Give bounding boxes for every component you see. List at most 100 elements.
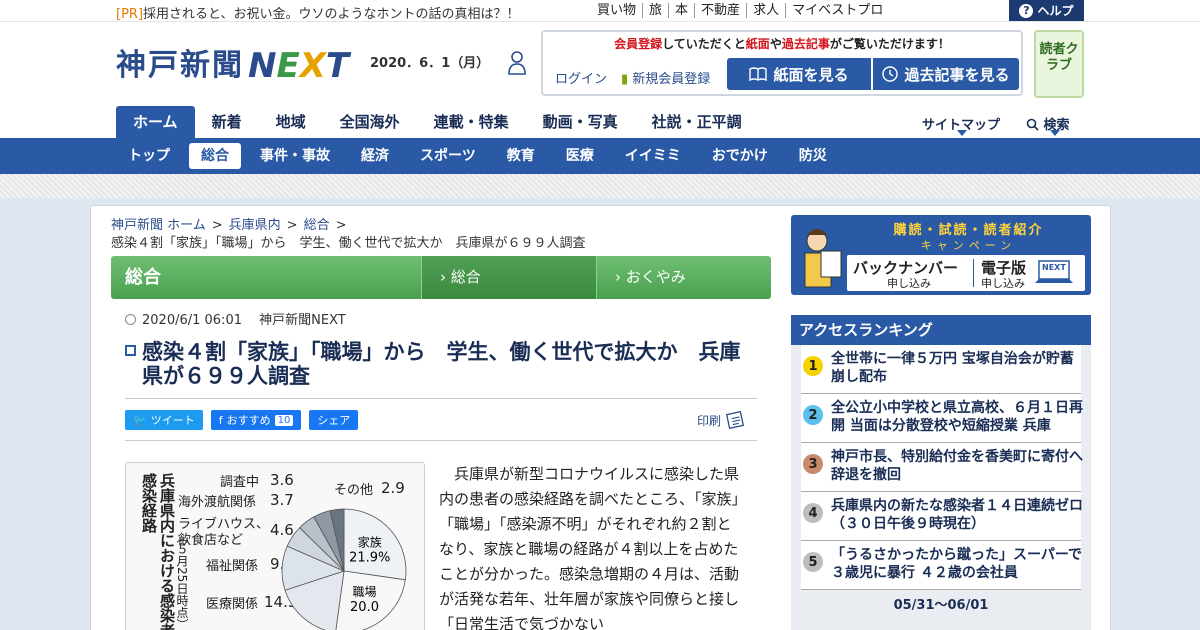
- label-other: その他: [334, 483, 374, 498]
- twitter-icon: 🐦: [133, 413, 147, 427]
- subnav-outing[interactable]: おでかけ: [700, 143, 780, 169]
- nav-video[interactable]: 動画・写真: [526, 106, 635, 138]
- util-link-realestate[interactable]: 不動産: [694, 3, 746, 18]
- square-bullet-icon: [125, 345, 136, 356]
- divider: [125, 398, 757, 399]
- subnav-sports[interactable]: スポーツ: [408, 143, 488, 169]
- breadcrumb-hyogo[interactable]: 兵庫県内: [229, 218, 281, 233]
- ranking-title: アクセスランキング: [791, 315, 1091, 345]
- digital-sub: 申し込み: [981, 277, 1025, 290]
- breadcrumb-home[interactable]: 神戸新聞 ホーム: [111, 218, 206, 233]
- subnav-education[interactable]: 教育: [495, 143, 547, 169]
- article-datetime: 2020/6/1 06:01: [142, 313, 242, 328]
- subnav-general[interactable]: 総合: [189, 143, 241, 169]
- backnumber-sub: 申し込み: [887, 277, 931, 290]
- site-header: 神戸新聞 NEXT 2020．6．1（月） 会員登録していただくと紙面や過去記事…: [0, 22, 1200, 138]
- login-link[interactable]: ログイン: [555, 68, 607, 87]
- clock-icon: [125, 314, 136, 325]
- ranking-item[interactable]: 4 兵庫県内の新たな感染者１４日連続ゼロ（３０日午後９時現在）: [801, 492, 1083, 541]
- share-button[interactable]: シェア: [309, 410, 359, 430]
- reader-club-button[interactable]: 読者クラブ: [1034, 30, 1084, 98]
- fb-count: 10: [274, 414, 294, 426]
- infographic-figure[interactable]: 兵庫県内における感染者の感染経路 （５月25日時点） 調査中 3.6 海外渡航関…: [125, 462, 425, 630]
- tweet-button[interactable]: 🐦 ツイート: [125, 410, 203, 430]
- category-bar: 総合 › 総合 › おくやみ: [111, 256, 771, 299]
- site-logo[interactable]: 神戸新聞 NEXT: [116, 40, 349, 84]
- util-link-mybestpro[interactable]: マイベストプロ: [785, 3, 889, 18]
- logo-jp: 神戸新聞: [116, 48, 244, 83]
- util-link-jobs[interactable]: 求人: [746, 3, 785, 18]
- pr-link[interactable]: [PR]採用されると、お祝い金。ウソのようなホントの話の真相は？！: [116, 3, 520, 22]
- campaign-banner[interactable]: 購読・試読・読者紹介 キャンペーン バックナンバー 申し込み 電子版 申し込み …: [791, 215, 1091, 295]
- subnav-top[interactable]: トップ: [116, 143, 182, 169]
- next-tag: NEXT: [1042, 263, 1066, 272]
- help-button[interactable]: ? ヘルプ: [1009, 0, 1084, 21]
- subnav-incidents[interactable]: 事件・事故: [248, 143, 342, 169]
- util-link-shopping[interactable]: 買い物: [597, 3, 642, 18]
- nav-home[interactable]: ホーム: [116, 106, 195, 138]
- nav-region[interactable]: 地域: [259, 106, 323, 138]
- nav-latest[interactable]: 新着: [195, 106, 259, 138]
- pr-tag: [PR]: [116, 7, 144, 22]
- nav-series[interactable]: 連載・特集: [417, 106, 526, 138]
- ranking-date-range: 05/31～06/01: [801, 594, 1081, 618]
- subnav-economy[interactable]: 経済: [349, 143, 401, 169]
- question-icon: ?: [1019, 3, 1034, 18]
- help-label: ヘルプ: [1037, 4, 1074, 18]
- pie-slice-label: 家族: [358, 535, 382, 550]
- past-articles-label: 過去記事を見る: [904, 65, 1010, 84]
- divider-band: [0, 174, 1200, 198]
- ranking-item[interactable]: 5 「うるさかったから蹴った」スーパーで３歳児に暴行 ４２歳の会社員: [801, 541, 1083, 590]
- breadcrumb: 神戸新聞 ホーム > 兵庫県内 > 総合 >: [111, 214, 353, 233]
- subnav-medical[interactable]: 医療: [554, 143, 606, 169]
- logo-letter-n: N: [248, 46, 277, 86]
- pie-slice-value: 20.0: [350, 600, 379, 615]
- member-message: 会員登録していただくと紙面や過去記事がご覧いただけます！: [543, 35, 1021, 52]
- member-box: 会員登録していただくと紙面や過去記事がご覧いただけます！ ログイン ▮ 新規会員…: [541, 30, 1023, 96]
- view-paper-button[interactable]: 紙面を見る: [727, 58, 871, 90]
- facebook-recommend-button[interactable]: f おすすめ 10: [210, 410, 302, 430]
- category-tab-general[interactable]: › 総合: [422, 256, 597, 299]
- signup-link[interactable]: ▮ 新規会員登録: [621, 68, 710, 87]
- ranking-item[interactable]: 2 全公立小中学校と県立高校、６月１日再開 当面は分散登校や短縮授業 兵庫: [801, 394, 1083, 443]
- open-book-icon: [749, 67, 768, 81]
- article-source: 神戸新聞NEXT: [259, 313, 346, 328]
- member-msg-part: していただくと: [662, 37, 746, 51]
- book-icon: ▮: [621, 72, 629, 87]
- category-tab-obituary[interactable]: › おくやみ: [597, 256, 771, 299]
- reader-illustration-icon: [804, 229, 842, 288]
- rank-text: 「うるさかったから蹴った」スーパーで３歳児に暴行 ４２歳の会社員: [831, 547, 1083, 581]
- nav-national[interactable]: 全国海外: [323, 106, 417, 138]
- breadcrumb-sep: >: [211, 218, 223, 233]
- logo-letter-t: T: [325, 46, 350, 86]
- article-meta: 2020/6/1 06:01 神戸新聞NEXT: [125, 309, 346, 328]
- logo-letter-e: E: [276, 46, 300, 86]
- breadcrumb-general[interactable]: 総合: [304, 218, 330, 233]
- ranking-item[interactable]: 3 神戸市長、特別給付金を香美町に寄付へ 辞退を撤回: [801, 443, 1083, 492]
- label-overseas: 海外渡航関係: [178, 495, 257, 510]
- subnav-disaster[interactable]: 防災: [787, 143, 839, 169]
- util-link-books[interactable]: 本: [668, 3, 694, 18]
- print-button[interactable]: 印刷: [697, 411, 746, 429]
- label-welfare: 福祉関係: [206, 559, 259, 574]
- pie-slice-label: 職場: [353, 585, 377, 599]
- user-icon[interactable]: [507, 50, 527, 76]
- search-button[interactable]: 検索: [1026, 114, 1070, 133]
- pie-slice-value: 21.9%: [349, 551, 390, 566]
- label-livehouse-2: 飲食店など: [178, 533, 244, 548]
- member-msg-register[interactable]: 会員登録: [614, 37, 662, 51]
- util-link-travel[interactable]: 旅: [642, 3, 668, 18]
- subnav-iimimi[interactable]: イイミミ: [613, 143, 693, 169]
- print-icon: [726, 411, 745, 429]
- past-articles-button[interactable]: 過去記事を見る: [873, 58, 1019, 90]
- breadcrumb-current: 感染４割「家族」「職場」から 学生、働く世代で拡大か 兵庫県が６９９人調査: [111, 236, 586, 251]
- headline-text: 感染４割「家族」「職場」から 学生、働く世代で拡大か 兵庫県が６９９人調査: [142, 340, 741, 388]
- nav-editorial[interactable]: 社説・正平調: [635, 106, 759, 138]
- category-tab-label: 総合: [450, 268, 481, 286]
- value-other: 2.9: [381, 479, 405, 497]
- rank-text: 兵庫県内の新たな感染者１４日連続ゼロ（３０日午後９時現在）: [831, 498, 1083, 532]
- category-tab-label: おくやみ: [625, 268, 686, 286]
- label-medical: 医療関係: [206, 597, 259, 612]
- ranking-item[interactable]: 1 全世帯に一律５万円 宝塚自治会が貯蓄崩し配布: [801, 345, 1081, 394]
- signup-label: 新規会員登録: [632, 72, 711, 87]
